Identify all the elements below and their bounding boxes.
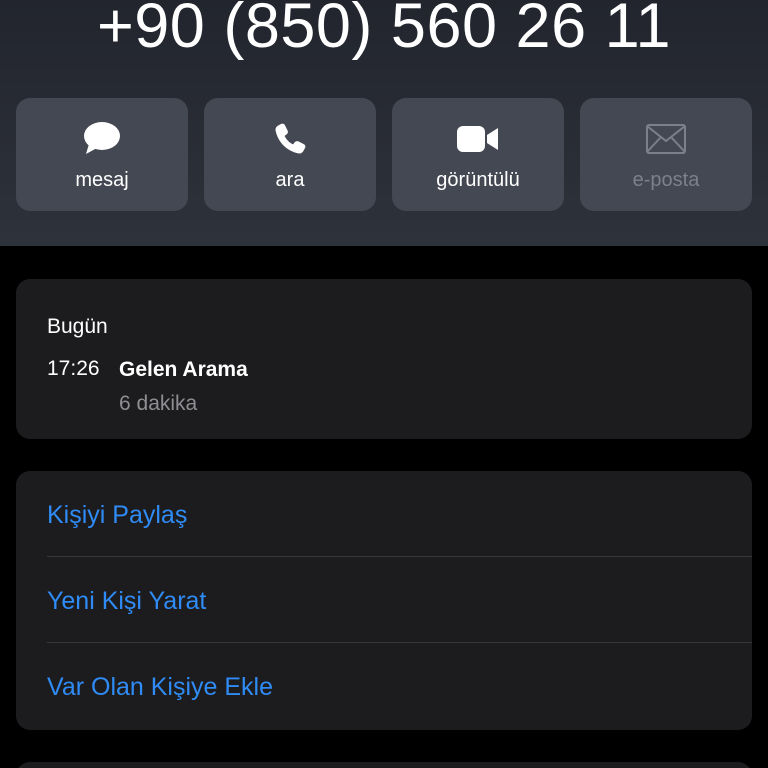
share-contact-label: Kişiyi Paylaş bbox=[47, 501, 188, 529]
call-type: Gelen Arama bbox=[119, 358, 248, 381]
phone-icon bbox=[204, 120, 376, 158]
call-history-card: Bugün 17:26 Gelen Arama 6 dakika bbox=[16, 279, 752, 439]
next-section-card bbox=[16, 762, 752, 768]
video-call-button-label: görüntülü bbox=[436, 169, 520, 191]
call-button[interactable]: ara bbox=[204, 98, 376, 211]
contact-actions-card: Kişiyi Paylaş Yeni Kişi Yarat Var Olan K… bbox=[16, 471, 752, 730]
contact-header: +90 (850) 560 26 11 mesaj ara görüntülü … bbox=[0, 0, 768, 246]
email-button-label: e-posta bbox=[632, 169, 700, 191]
message-button-label: mesaj bbox=[75, 169, 129, 191]
envelope-icon bbox=[580, 120, 752, 158]
video-call-button[interactable]: görüntülü bbox=[392, 98, 564, 211]
create-new-contact-label: Yeni Kişi Yarat bbox=[47, 587, 207, 615]
email-button[interactable]: e-posta bbox=[580, 98, 752, 211]
video-camera-icon bbox=[392, 120, 564, 158]
create-new-contact-row[interactable]: Yeni Kişi Yarat bbox=[16, 557, 752, 643]
add-to-existing-contact-row[interactable]: Var Olan Kişiye Ekle bbox=[16, 643, 752, 729]
message-bubble-icon bbox=[16, 120, 188, 158]
share-contact-row[interactable]: Kişiyi Paylaş bbox=[16, 471, 752, 557]
contact-detail-screen: +90 (850) 560 26 11 mesaj ara görüntülü … bbox=[0, 0, 768, 768]
add-to-existing-contact-label: Var Olan Kişiye Ekle bbox=[47, 673, 274, 701]
message-button[interactable]: mesaj bbox=[16, 98, 188, 211]
call-button-label: ara bbox=[275, 169, 305, 191]
call-history-date: Bugün bbox=[47, 315, 108, 338]
phone-number: +90 (850) 560 26 11 bbox=[96, 0, 672, 61]
call-time: 17:26 bbox=[47, 357, 100, 380]
call-duration: 6 dakika bbox=[119, 392, 198, 415]
